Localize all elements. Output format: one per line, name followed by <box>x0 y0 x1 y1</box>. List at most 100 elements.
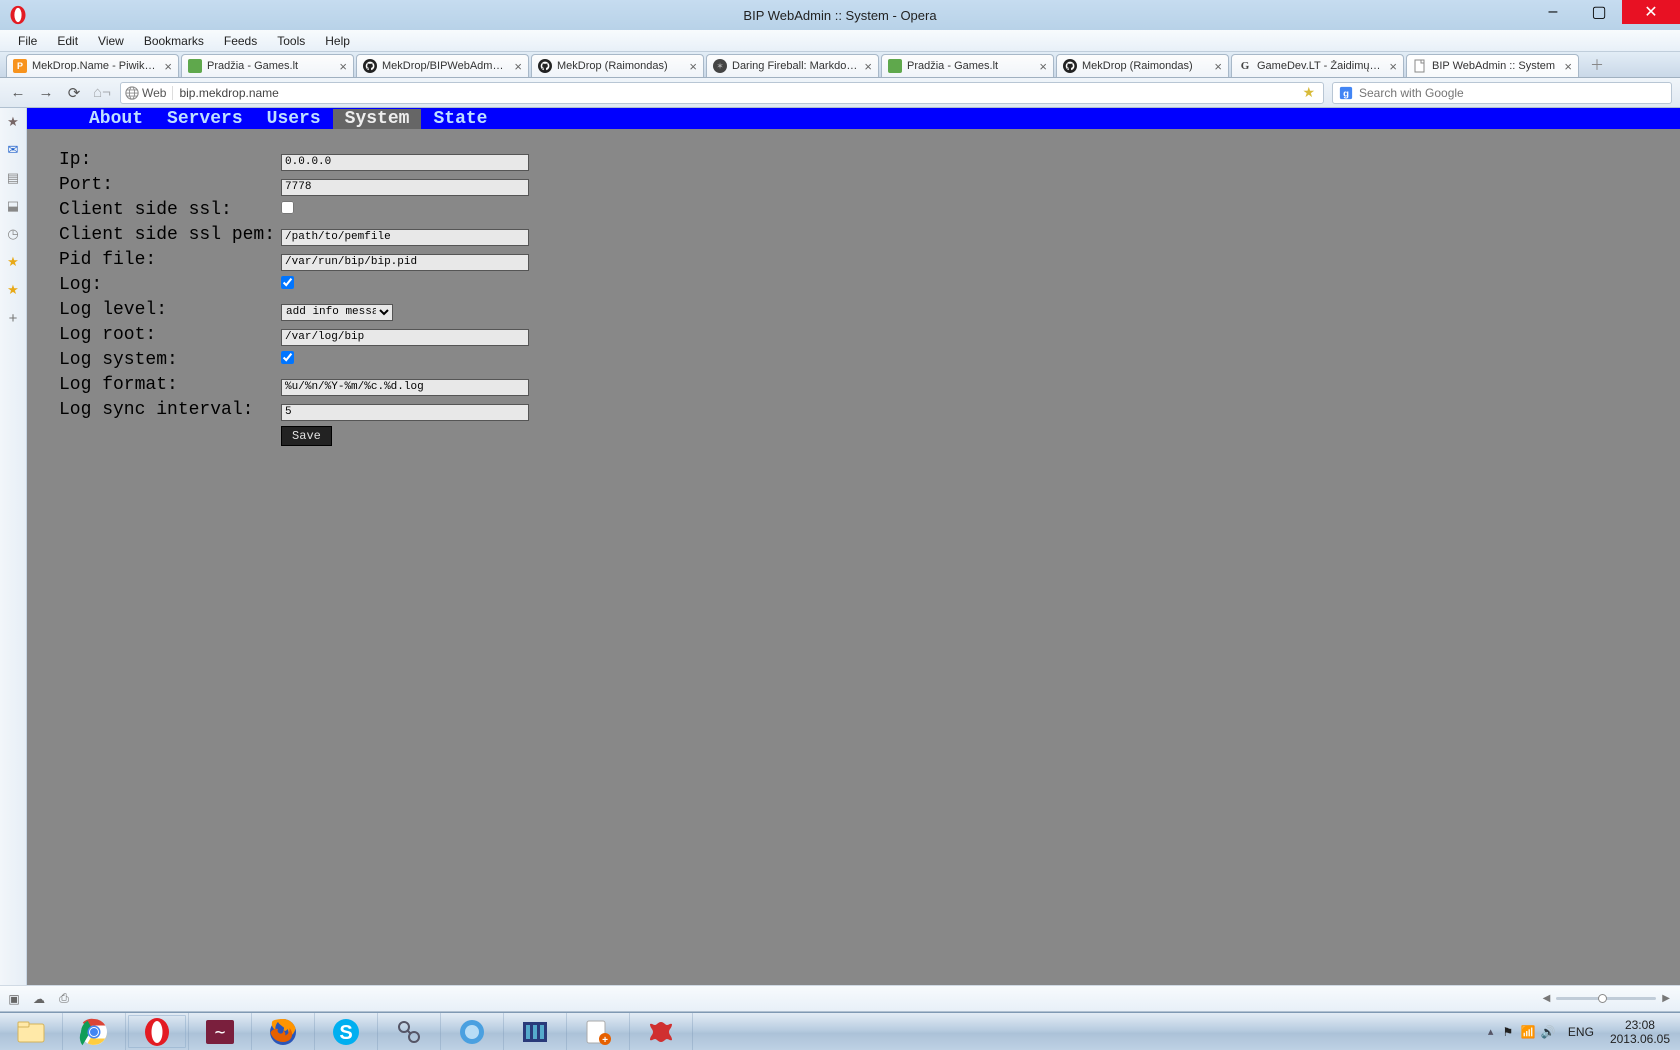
star-icon[interactable]: ★ <box>5 254 21 270</box>
tab[interactable]: Pradžia - Games.lt× <box>881 54 1054 77</box>
menu-edit[interactable]: Edit <box>47 34 88 48</box>
tray-expand-icon[interactable]: ▴ <box>1488 1025 1498 1038</box>
tab[interactable]: MekDrop (Raimondas)× <box>531 54 704 77</box>
tab[interactable]: ✶Daring Fireball: Markdo…× <box>706 54 879 77</box>
bookmarks-icon[interactable]: ★ <box>5 114 21 130</box>
nav-servers[interactable]: Servers <box>155 109 255 129</box>
tab-close-icon[interactable]: × <box>1389 59 1397 74</box>
label-ip: Ip: <box>59 149 279 172</box>
tab[interactable]: Pradžia - Games.lt× <box>181 54 354 77</box>
log-format-input[interactable] <box>281 379 529 396</box>
search-input[interactable] <box>1359 86 1665 100</box>
minimize-button[interactable]: – <box>1530 0 1576 24</box>
task-terminal[interactable]: ~ <box>189 1013 252 1050</box>
task-app[interactable] <box>630 1013 693 1050</box>
tab-close-icon[interactable]: × <box>689 59 697 74</box>
tab-close-icon[interactable]: × <box>339 59 347 74</box>
nav-system[interactable]: System <box>333 109 422 129</box>
reload-button[interactable]: ⟳ <box>64 83 84 103</box>
label-client-ssl-pem: Client side ssl pem: <box>59 224 279 247</box>
menu-view[interactable]: View <box>88 34 134 48</box>
tab-close-icon[interactable]: × <box>164 59 172 74</box>
window-title: BIP WebAdmin :: System - Opera <box>743 8 936 23</box>
log-root-input[interactable] <box>281 329 529 346</box>
nav-state[interactable]: State <box>421 109 499 129</box>
tab[interactable]: MekDrop/BIPWebAdm…× <box>356 54 529 77</box>
tab[interactable]: MekDrop (Raimondas)× <box>1056 54 1229 77</box>
star-icon[interactable]: ★ <box>5 282 21 298</box>
network-icon[interactable]: 📶 <box>1518 1025 1538 1039</box>
task-skype[interactable]: S <box>315 1013 378 1050</box>
log-system-checkbox[interactable] <box>281 351 294 364</box>
tab-close-icon[interactable]: × <box>1214 59 1222 74</box>
new-tab-button[interactable]: ＋ <box>1585 54 1609 76</box>
task-app[interactable] <box>441 1013 504 1050</box>
zoom-in-icon[interactable]: ▶ <box>1662 993 1670 1004</box>
bookmark-star-icon[interactable]: ★ <box>1302 84 1315 101</box>
tab-close-icon[interactable]: × <box>864 59 872 74</box>
menu-bookmarks[interactable]: Bookmarks <box>134 34 214 48</box>
client-ssl-pem-input[interactable] <box>281 229 529 246</box>
task-explorer[interactable] <box>0 1013 63 1050</box>
client-ssl-checkbox[interactable] <box>281 201 294 214</box>
home-button[interactable]: ⌂¬ <box>92 83 112 103</box>
tab-close-icon[interactable]: × <box>1564 59 1572 74</box>
opera-app-icon <box>4 1 32 29</box>
page-content: About Servers Users System State Ip: Por… <box>27 108 1680 985</box>
add-panel-icon[interactable]: + <box>5 310 21 326</box>
page-nav: About Servers Users System State <box>27 108 1680 129</box>
close-button[interactable]: ✕ <box>1622 0 1680 24</box>
log-sync-input[interactable] <box>281 404 529 421</box>
language-indicator[interactable]: ENG <box>1558 1025 1604 1039</box>
log-level-select[interactable]: add info messages <box>281 304 393 321</box>
gamedev-icon: G <box>1238 59 1252 73</box>
address-bar: ← → ⟳ ⌂¬ Web bip.mekdrop.name ★ g <box>0 78 1680 108</box>
camera-icon[interactable]: ⎙ <box>56 991 72 1007</box>
zoom-slider[interactable] <box>1556 997 1656 1000</box>
windows-taskbar: ~ S + ▴ ⚑ 📶 🔊 ENG 23:08 2013.06.05 <box>0 1012 1680 1050</box>
forward-button[interactable]: → <box>36 83 56 103</box>
menu-feeds[interactable]: Feeds <box>214 34 267 48</box>
task-app[interactable] <box>504 1013 567 1050</box>
tab-strip: PMekDrop.Name - Piwik…× Pradžia - Games.… <box>0 52 1680 78</box>
downloads-icon[interactable]: ⬓ <box>5 198 21 214</box>
maximize-button[interactable]: ▢ <box>1576 0 1622 24</box>
pid-file-input[interactable] <box>281 254 529 271</box>
label-log: Log: <box>59 274 279 297</box>
panel-toggle-icon[interactable]: ▣ <box>6 991 22 1007</box>
url-text: bip.mekdrop.name <box>179 86 1298 100</box>
nav-users[interactable]: Users <box>255 109 333 129</box>
tab[interactable]: PMekDrop.Name - Piwik…× <box>6 54 179 77</box>
tab-close-icon[interactable]: × <box>1039 59 1047 74</box>
url-field[interactable]: Web bip.mekdrop.name ★ <box>120 82 1324 104</box>
cloud-icon[interactable]: ☁ <box>31 991 47 1007</box>
task-app[interactable] <box>378 1013 441 1050</box>
clock[interactable]: 23:08 2013.06.05 <box>1604 1018 1680 1046</box>
zoom-out-icon[interactable]: ◀ <box>1543 993 1551 1004</box>
menu-tools[interactable]: Tools <box>267 34 315 48</box>
menu-file[interactable]: File <box>8 34 47 48</box>
back-button[interactable]: ← <box>8 83 28 103</box>
nav-about[interactable]: About <box>77 109 155 129</box>
history-icon[interactable]: ◷ <box>5 226 21 242</box>
task-opera[interactable] <box>126 1013 189 1050</box>
github-icon <box>1063 59 1077 73</box>
volume-icon[interactable]: 🔊 <box>1538 1025 1558 1039</box>
tab-active[interactable]: BIP WebAdmin :: System× <box>1406 54 1579 77</box>
tab-close-icon[interactable]: × <box>514 59 522 74</box>
ip-input[interactable] <box>281 154 529 171</box>
save-button[interactable]: Save <box>281 426 332 446</box>
menu-help[interactable]: Help <box>315 34 360 48</box>
log-checkbox[interactable] <box>281 276 294 289</box>
time-text: 23:08 <box>1610 1018 1670 1032</box>
mail-icon[interactable]: ✉ <box>5 142 21 158</box>
task-app[interactable]: + <box>567 1013 630 1050</box>
notes-icon[interactable]: ▤ <box>5 170 21 186</box>
flag-icon[interactable]: ⚑ <box>1498 1025 1518 1039</box>
task-chrome[interactable] <box>63 1013 126 1050</box>
label-log-sync: Log sync interval: <box>59 399 279 422</box>
tab[interactable]: GGameDev.LT - Žaidimų…× <box>1231 54 1404 77</box>
port-input[interactable] <box>281 179 529 196</box>
task-firefox[interactable] <box>252 1013 315 1050</box>
search-field[interactable]: g <box>1332 82 1672 104</box>
